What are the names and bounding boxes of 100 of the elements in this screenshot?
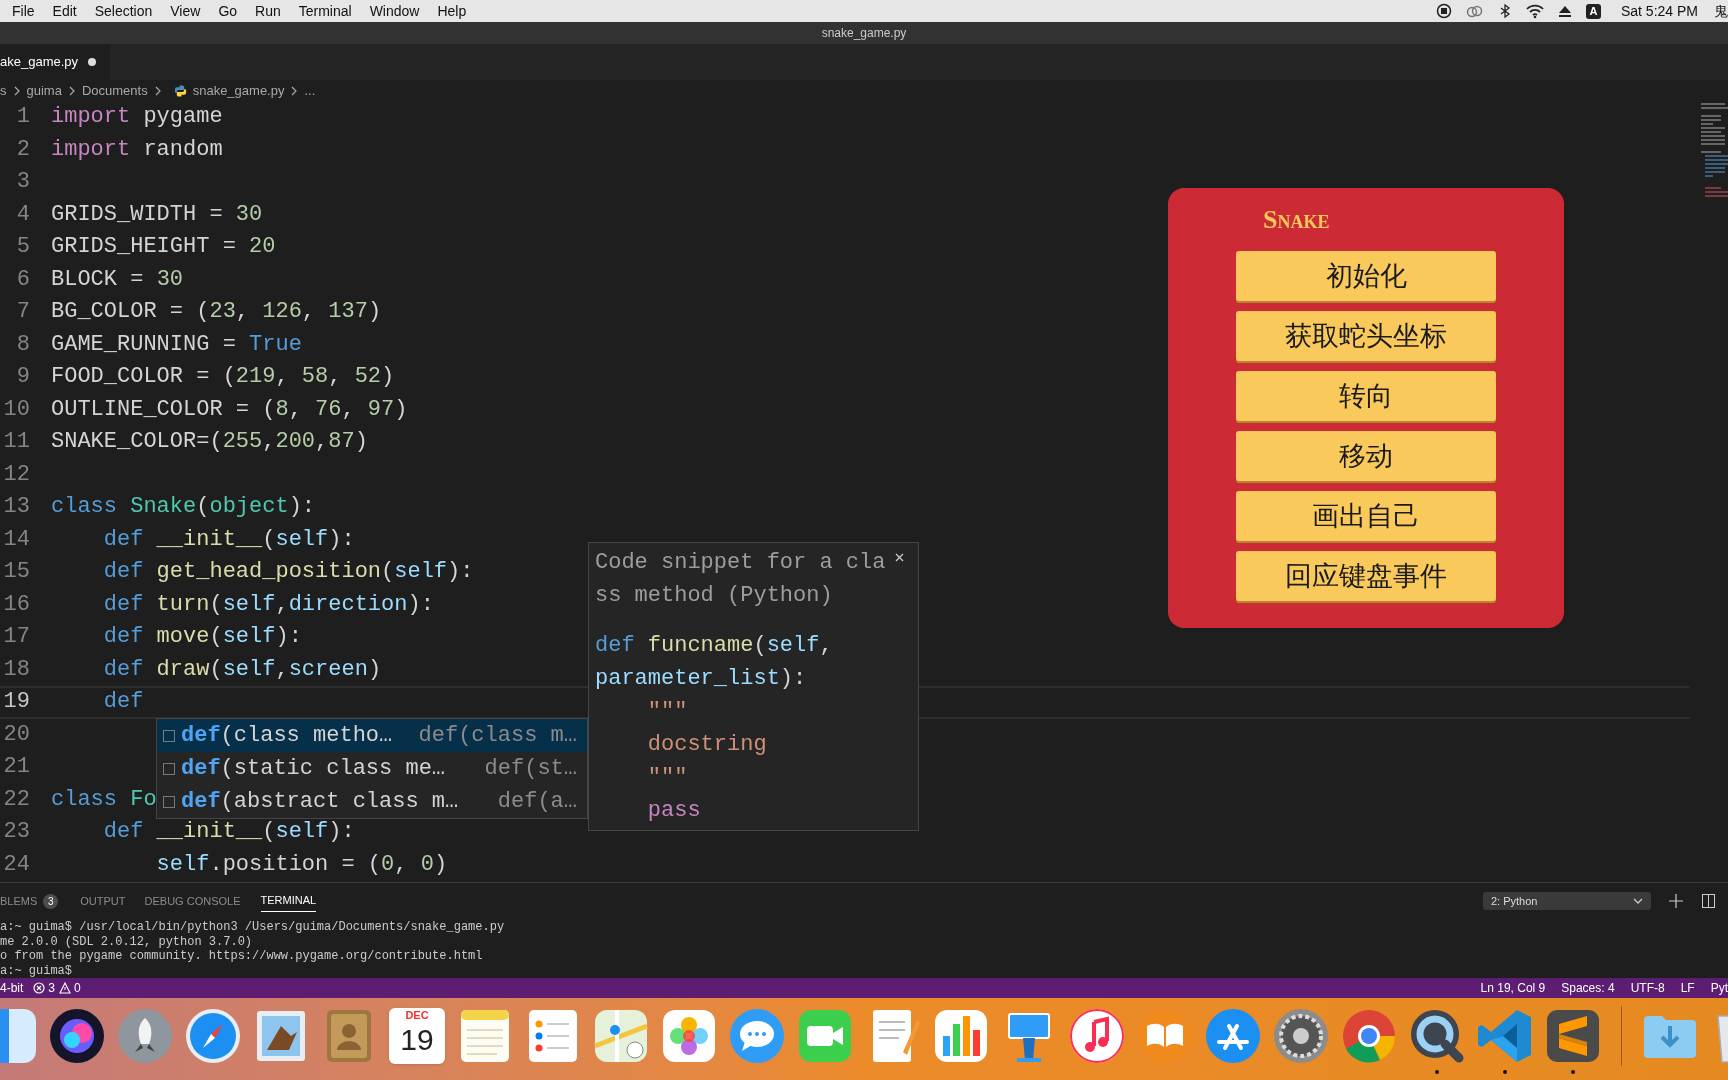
suggestion-item[interactable]: def(abstract class m… def(a… bbox=[157, 785, 587, 818]
game-button[interactable]: 画出自己 bbox=[1236, 491, 1496, 541]
line-number: 11 bbox=[2, 431, 30, 454]
breadcrumb-item[interactable]: guima bbox=[26, 80, 62, 101]
terminal-line: me 2.0.0 (SDL 2.0.12, python 3.7.0) bbox=[0, 934, 253, 949]
wifi-icon[interactable] bbox=[1525, 3, 1544, 19]
code-line: GRIDS_WIDTH = 30 bbox=[51, 203, 263, 226]
close-icon[interactable] bbox=[895, 553, 904, 562]
line-number: 21 bbox=[2, 756, 30, 779]
line-number: 2 bbox=[15, 138, 30, 161]
chevron-icon bbox=[12, 85, 21, 96]
code-line: """ bbox=[646, 766, 688, 789]
game-button[interactable]: 移动 bbox=[1236, 431, 1496, 481]
music-note-icon[interactable] bbox=[1067, 1006, 1127, 1066]
suggestion-label: def(abstract class m… bbox=[181, 788, 459, 816]
menu-item[interactable]: Edit bbox=[52, 0, 77, 22]
line-number: 12 bbox=[2, 463, 30, 486]
menu-item[interactable]: Help bbox=[437, 0, 467, 22]
status-item[interactable]: Ln 19, Col 9 bbox=[1480, 979, 1546, 997]
code-line: def __init__(self): bbox=[102, 528, 355, 551]
game-button[interactable]: 转向 bbox=[1236, 371, 1496, 421]
status-item[interactable]: UTF-8 bbox=[1630, 979, 1665, 997]
terminal-dropdown[interactable]: 2: Python bbox=[1483, 892, 1651, 910]
panel-tab[interactable]: DEBUG CONSOLE bbox=[144, 890, 241, 912]
code-line: def bbox=[102, 691, 144, 714]
line-number: 14 bbox=[2, 528, 30, 551]
error-count[interactable]: 3 bbox=[48, 979, 56, 997]
file-type-icon bbox=[173, 83, 187, 98]
orb-icon[interactable] bbox=[47, 1006, 107, 1066]
compass-icon[interactable] bbox=[183, 1006, 243, 1066]
suggestion-item[interactable]: def(class metho… def(class m… bbox=[157, 719, 587, 752]
menu-item[interactable]: Go bbox=[218, 0, 238, 22]
code-line: docstring bbox=[646, 733, 767, 756]
line-number: 5 bbox=[15, 236, 30, 259]
cloud-icon[interactable] bbox=[1465, 3, 1484, 19]
menu-item[interactable]: File bbox=[12, 0, 35, 22]
code-line: SNAKE_COLOR=(255,200,87) bbox=[51, 431, 368, 454]
game-title: Snake bbox=[1262, 204, 1331, 236]
calendar-icon[interactable]: DEC 19 bbox=[389, 1008, 445, 1064]
warning-count[interactable]: 0 bbox=[74, 979, 81, 997]
snippet-icon bbox=[163, 762, 175, 775]
code-line: OUTLINE_COLOR = (8, 76, 97) bbox=[51, 398, 408, 421]
input-source-indicator[interactable]: A bbox=[1585, 3, 1601, 19]
code-line: def get_head_position(self): bbox=[102, 561, 474, 584]
line-number: 20 bbox=[2, 723, 30, 746]
code-line: import random bbox=[51, 138, 223, 161]
status-item[interactable]: Spaces: 4 bbox=[1561, 979, 1615, 997]
speech-bubble-icon[interactable] bbox=[727, 1006, 787, 1066]
code-line: import pygame bbox=[51, 106, 223, 129]
code-line: class Snake(object): bbox=[51, 496, 316, 519]
snippet-icon bbox=[163, 729, 175, 742]
code-line: def turn(self,direction): bbox=[102, 593, 434, 616]
code-line: """ bbox=[646, 700, 688, 723]
menu-item[interactable]: Run bbox=[255, 0, 281, 22]
suggestion-detail: def(st… bbox=[484, 755, 578, 783]
status-item[interactable]: Pyt bbox=[1710, 979, 1728, 997]
line-number: 17 bbox=[2, 626, 30, 649]
line-number: 18 bbox=[2, 658, 30, 681]
menu-item[interactable]: Selection bbox=[94, 0, 153, 22]
panel-tab[interactable]: TERMINAL bbox=[260, 890, 317, 912]
chevron-icon bbox=[290, 85, 299, 96]
panel-tab[interactable]: OUTPUT bbox=[80, 890, 126, 912]
code-line: self.position = (0, 0) bbox=[155, 853, 448, 876]
menu-item[interactable]: Window bbox=[369, 0, 420, 22]
code-line: pass bbox=[646, 799, 701, 822]
code-line: def funcname(self, bbox=[595, 634, 833, 657]
open-book-icon[interactable] bbox=[1135, 1006, 1195, 1066]
stop-record-icon[interactable] bbox=[1435, 3, 1452, 19]
snippet-description: Code snippet for a cla bbox=[595, 549, 886, 577]
code-line: def draw(self,screen) bbox=[102, 658, 382, 681]
game-button[interactable]: 获取蛇头坐标 bbox=[1236, 311, 1496, 361]
eject-icon[interactable] bbox=[1557, 4, 1572, 18]
line-number: 16 bbox=[2, 593, 30, 616]
window-title: snake_game.py bbox=[821, 25, 907, 42]
count-badge: 3 bbox=[43, 893, 59, 909]
breadcrumb-item[interactable]: s bbox=[0, 80, 7, 101]
pencil-cross-icon[interactable] bbox=[1203, 1006, 1263, 1066]
branch-label[interactable]: 4-bit bbox=[0, 979, 24, 997]
split-icon[interactable] bbox=[1702, 894, 1715, 908]
line-number: 22 bbox=[2, 788, 30, 811]
clock[interactable]: Sat 5:24 PM bbox=[1620, 0, 1698, 22]
editor-tab[interactable]: ake_game.py bbox=[0, 44, 111, 80]
game-button[interactable]: 初始化 bbox=[1236, 251, 1496, 301]
user-name[interactable]: 鬼 bbox=[1714, 0, 1728, 22]
menu-item[interactable]: Terminal bbox=[298, 0, 352, 22]
line-number: 13 bbox=[2, 496, 30, 519]
plus-icon[interactable] bbox=[1669, 894, 1683, 908]
code-line: FOOD_COLOR = (219, 58, 52) bbox=[51, 366, 395, 389]
chevron-icon bbox=[153, 85, 162, 96]
breadcrumb-item[interactable]: snake_game.py bbox=[192, 80, 285, 101]
breadcrumb-item[interactable]: Documents bbox=[81, 80, 148, 101]
menu-item[interactable]: View bbox=[170, 0, 201, 22]
status-item[interactable]: LF bbox=[1680, 979, 1695, 997]
breadcrumb-item[interactable]: ... bbox=[304, 80, 316, 101]
rocket-icon[interactable] bbox=[115, 1006, 175, 1066]
game-button[interactable]: 回应键盘事件 bbox=[1236, 551, 1496, 601]
line-number: 4 bbox=[15, 203, 30, 226]
panel-tab[interactable]: BLEMS 3 bbox=[0, 890, 59, 912]
gear-icon[interactable] bbox=[1271, 1006, 1331, 1066]
suggestion-item[interactable]: def(static class me… def(st… bbox=[157, 752, 587, 785]
